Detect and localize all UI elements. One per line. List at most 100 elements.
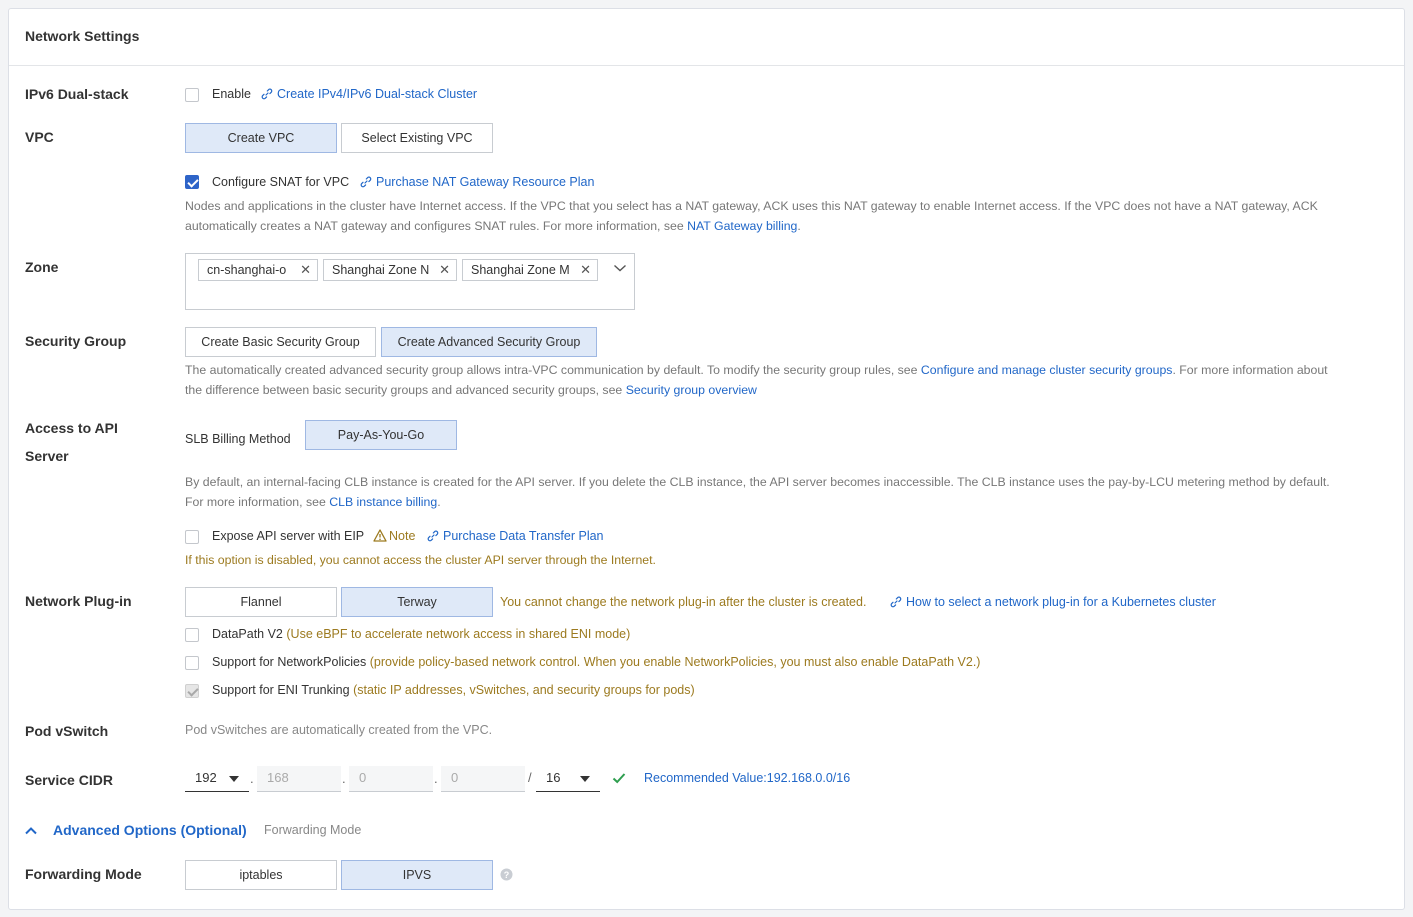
- vpc-desc-line1: Nodes and applications in the cluster ha…: [185, 199, 1318, 213]
- cidr-mask-value: 16: [546, 770, 561, 785]
- snat-label: Configure SNAT for VPC: [212, 175, 350, 189]
- ipvs-button[interactable]: IPVS: [341, 860, 493, 890]
- vpc-description: Nodes and applications in the cluster ha…: [185, 196, 1385, 236]
- zone-tag-label: Shanghai Zone N: [332, 263, 430, 277]
- ipv6-enable-checkbox[interactable]: [185, 88, 199, 102]
- forwarding-mode-label: Forwarding Mode: [25, 866, 142, 882]
- cidr-dot: .: [434, 771, 438, 786]
- cidr-dot: .: [250, 771, 254, 786]
- pod-vswitch-text: Pod vSwitches are automatically created …: [185, 723, 493, 737]
- caret-down-icon: [580, 776, 590, 782]
- ipv6-enable-label: Enable: [212, 87, 251, 101]
- network-plugin-guide-link[interactable]: How to select a network plug-in for a Ku…: [906, 595, 1216, 609]
- close-icon[interactable]: ✕: [439, 260, 450, 280]
- sg-note-line1: The automatically created advanced secur…: [185, 360, 1385, 380]
- iptables-button[interactable]: iptables: [185, 860, 337, 890]
- nat-gateway-billing-link[interactable]: NAT Gateway billing: [687, 219, 797, 233]
- link-icon: [261, 88, 273, 100]
- data-transfer-plan-link[interactable]: Purchase Data Transfer Plan: [443, 529, 604, 543]
- warning-icon: [373, 529, 387, 542]
- cidr-octet2-input[interactable]: 168: [257, 766, 341, 792]
- link-icon: [360, 176, 372, 188]
- chevron-down-icon[interactable]: [613, 263, 627, 273]
- datapath-v2-note: (Use eBPF to accelerate network access i…: [286, 627, 631, 641]
- flannel-button[interactable]: Flannel: [185, 587, 337, 617]
- datapath-v2-label: DataPath V2: [212, 627, 283, 641]
- cidr-octet1-select[interactable]: 192: [185, 766, 249, 792]
- svg-text:?: ?: [504, 870, 510, 880]
- eni-trunking-checkbox: [185, 684, 199, 698]
- zone-tag-label: Shanghai Zone M: [471, 263, 570, 277]
- eni-trunking-option: Support for ENI Trunking (static IP addr…: [212, 683, 695, 697]
- clb-billing-link[interactable]: CLB instance billing: [329, 495, 437, 509]
- pay-as-you-go-button[interactable]: Pay-As-You-Go: [305, 420, 457, 450]
- eni-trunking-note: (static IP addresses, vSwitches, and sec…: [353, 683, 695, 697]
- cidr-octet3-input[interactable]: 0: [349, 766, 433, 792]
- vpc-desc-line2: automatically creates a NAT gateway and …: [185, 216, 1385, 236]
- configure-security-groups-link[interactable]: Configure and manage cluster security gr…: [921, 363, 1173, 377]
- check-icon: [612, 772, 626, 784]
- plugin-warning-text: You cannot change the network plug-in af…: [500, 595, 867, 609]
- ipv6-label: IPv6 Dual-stack: [25, 86, 129, 102]
- link-icon: [427, 530, 439, 542]
- service-cidr-label: Service CIDR: [25, 772, 113, 788]
- panel-title: Network Settings: [25, 28, 140, 44]
- ipv6-dual-stack-link[interactable]: Create IPv4/IPv6 Dual-stack Cluster: [277, 87, 477, 101]
- close-icon[interactable]: ✕: [300, 260, 311, 280]
- network-policies-label: Support for NetworkPolicies: [212, 655, 367, 669]
- sg-note-line2: the difference between basic security gr…: [185, 380, 1385, 400]
- pod-vswitch-label: Pod vSwitch: [25, 723, 109, 739]
- zone-label: Zone: [25, 259, 59, 275]
- eni-trunking-label: Support for ENI Trunking: [212, 683, 350, 697]
- api-server-description: By default, an internal-facing CLB insta…: [185, 472, 1385, 512]
- network-policies-option: Support for NetworkPolicies (provide pol…: [212, 655, 980, 669]
- cidr-octet4-input[interactable]: 0: [441, 766, 525, 792]
- datapath-v2-checkbox[interactable]: [185, 628, 199, 642]
- zone-tag: Shanghai Zone N ✕: [323, 259, 457, 281]
- sg-note-text: The automatically created advanced secur…: [185, 363, 918, 377]
- vpc-desc-text: automatically creates a NAT gateway and …: [185, 219, 684, 233]
- cidr-slash: /: [528, 770, 532, 785]
- datapath-v2-option: DataPath V2 (Use eBPF to accelerate netw…: [212, 627, 630, 641]
- close-icon[interactable]: ✕: [580, 260, 591, 280]
- terway-button[interactable]: Terway: [341, 587, 493, 617]
- advanced-options-toggle[interactable]: Advanced Options (Optional): [53, 822, 247, 838]
- snat-checkbox[interactable]: [185, 175, 199, 189]
- api-desc-end: .: [437, 495, 441, 509]
- api-desc-line1: By default, an internal-facing CLB insta…: [185, 475, 1330, 489]
- recommended-cidr-text[interactable]: Recommended Value:192.168.0.0/16: [644, 771, 850, 785]
- create-advanced-security-group-button[interactable]: Create Advanced Security Group: [381, 327, 597, 357]
- sg-note-text: the difference between basic security gr…: [185, 383, 623, 397]
- sg-note-text: . For more information about: [1172, 363, 1328, 377]
- api-server-label-line1: Access to API: [25, 420, 118, 436]
- advanced-options-hint: Forwarding Mode: [264, 823, 362, 837]
- api-server-label-line2: Server: [25, 448, 69, 464]
- security-group-overview-link[interactable]: Security group overview: [626, 383, 757, 397]
- security-group-note: The automatically created advanced secur…: [185, 360, 1385, 400]
- zone-tag-label: cn-shanghai-o: [207, 263, 287, 277]
- cidr-dot: .: [342, 771, 346, 786]
- zone-tag: Shanghai Zone M ✕: [462, 259, 598, 281]
- slb-billing-label: SLB Billing Method: [185, 432, 291, 446]
- zone-multiselect[interactable]: cn-shanghai-o ✕ Shanghai Zone N ✕ Shanghai…: [185, 253, 635, 310]
- select-existing-vpc-button[interactable]: Select Existing VPC: [341, 123, 493, 153]
- create-basic-security-group-button[interactable]: Create Basic Security Group: [185, 327, 376, 357]
- network-settings-panel: Network Settings IPv6 Dual-stack Enable …: [8, 8, 1405, 910]
- network-plugin-label: Network Plug-in: [25, 593, 132, 609]
- network-policies-checkbox[interactable]: [185, 656, 199, 670]
- network-policies-note: (provide policy-based network control. W…: [369, 655, 981, 669]
- eip-warning-text: If this option is disabled, you cannot a…: [185, 553, 656, 567]
- eip-note-label[interactable]: Note: [389, 529, 415, 543]
- zone-tag: cn-shanghai-o ✕: [198, 259, 318, 281]
- expose-eip-checkbox[interactable]: [185, 530, 199, 544]
- nat-gateway-plan-link[interactable]: Purchase NAT Gateway Resource Plan: [376, 175, 594, 189]
- create-vpc-button[interactable]: Create VPC: [185, 123, 337, 153]
- help-icon[interactable]: ?: [500, 868, 513, 881]
- panel-header: Network Settings: [9, 9, 1404, 66]
- cidr-mask-select[interactable]: 16: [536, 766, 600, 792]
- expose-eip-label: Expose API server with EIP: [212, 529, 365, 543]
- chevron-up-icon[interactable]: [24, 826, 38, 836]
- api-desc-text: For more information, see: [185, 495, 326, 509]
- api-desc-line2: For more information, see CLB instance b…: [185, 492, 1385, 512]
- security-group-label: Security Group: [25, 333, 127, 349]
